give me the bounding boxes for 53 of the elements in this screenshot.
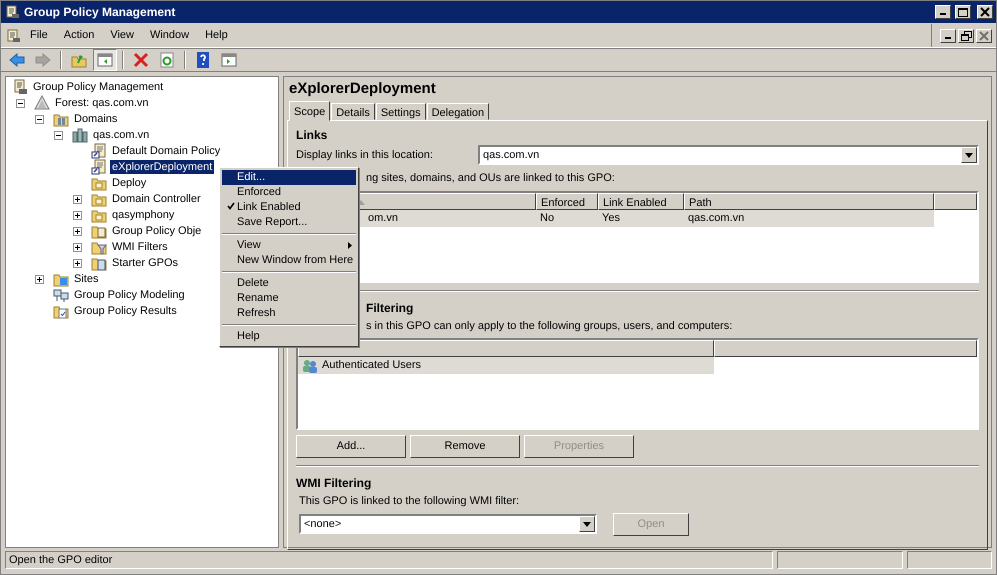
section-heading: Links — [296, 127, 328, 144]
menu-item[interactable]: Enforced — [222, 185, 356, 200]
tree-item[interactable]: qasymphony — [110, 208, 176, 222]
tree-item[interactable]: Group Policy Modeling — [72, 288, 187, 302]
menu-item[interactable]: View — [222, 238, 356, 253]
action-button[interactable]: Remove — [410, 435, 520, 458]
menu-item[interactable]: Rename — [222, 291, 356, 306]
menu-item[interactable]: Edit... — [222, 170, 356, 185]
gpo-title: eXplorerDeployment — [288, 79, 437, 99]
tree-item[interactable]: Group Policy Obje — [110, 224, 204, 238]
action-button[interactable]: Add... — [296, 435, 406, 458]
menu-item[interactable]: Refresh — [222, 306, 356, 321]
menu-item[interactable]: Window — [142, 25, 196, 46]
tab[interactable]: Scope — [289, 101, 330, 121]
tree-item[interactable]: Sites — [72, 272, 100, 286]
tree-item[interactable]: WMI Filters — [110, 240, 170, 254]
menu-item[interactable]: New Window from Here — [222, 253, 356, 268]
menu-item[interactable]: Help — [222, 329, 356, 344]
tab[interactable]: Settings — [376, 103, 426, 120]
tree-item[interactable]: Forest: qas.com.vn — [53, 96, 151, 110]
tree-item[interactable]: eXplorerDeployment — [110, 160, 214, 174]
section-description: s in this GPO can only apply to the following groups, users, and computers: — [365, 318, 734, 334]
location-dropdown[interactable]: qas.com.vn — [478, 145, 979, 165]
menu-item[interactable]: Action — [56, 25, 102, 46]
table-cell: qas.com.vn — [684, 210, 934, 226]
tree-item[interactable]: Domain Controller — [110, 192, 203, 206]
column-header[interactable]: Enforced — [536, 192, 598, 210]
field-label: Display links in this location: — [296, 148, 434, 163]
window-title: Group Policy Management — [24, 4, 176, 21]
tree-item[interactable]: Group Policy Results — [72, 304, 179, 318]
table-cell: No — [536, 210, 598, 226]
wmi-filter-dropdown[interactable]: <none> — [299, 514, 597, 534]
tree-item[interactable]: Starter GPOs — [110, 256, 180, 270]
table-cell: Yes — [598, 210, 684, 226]
tab[interactable]: Details — [331, 103, 375, 120]
table-cell-text: Authenticated Users — [322, 358, 422, 373]
tree-item[interactable]: Deploy — [110, 176, 148, 190]
tree-item[interactable]: Domains — [72, 112, 120, 126]
menu-item[interactable]: Help — [198, 25, 235, 46]
menu-item[interactable]: File — [23, 25, 55, 46]
section-description: This GPO is linked to the following WMI filter: — [299, 494, 520, 509]
status-text: Open the GPO editor — [5, 551, 773, 569]
menu-item[interactable]: View — [103, 25, 141, 46]
tab[interactable]: Delegation — [426, 103, 490, 120]
column-header[interactable]: Link Enabled — [598, 192, 684, 210]
menu-item[interactable]: Delete — [222, 276, 356, 291]
column-header[interactable]: Path — [684, 192, 934, 210]
section-description: ng sites, domains, and OUs are linked to this GPO: — [365, 171, 616, 186]
tree-item[interactable]: qas.com.vn — [91, 128, 152, 142]
section-heading: Filtering — [365, 300, 414, 316]
tree-item[interactable]: Group Policy Management — [31, 80, 166, 94]
section-heading: WMI Filtering — [296, 475, 372, 492]
tree-item[interactable]: Default Domain Policy — [110, 144, 222, 158]
